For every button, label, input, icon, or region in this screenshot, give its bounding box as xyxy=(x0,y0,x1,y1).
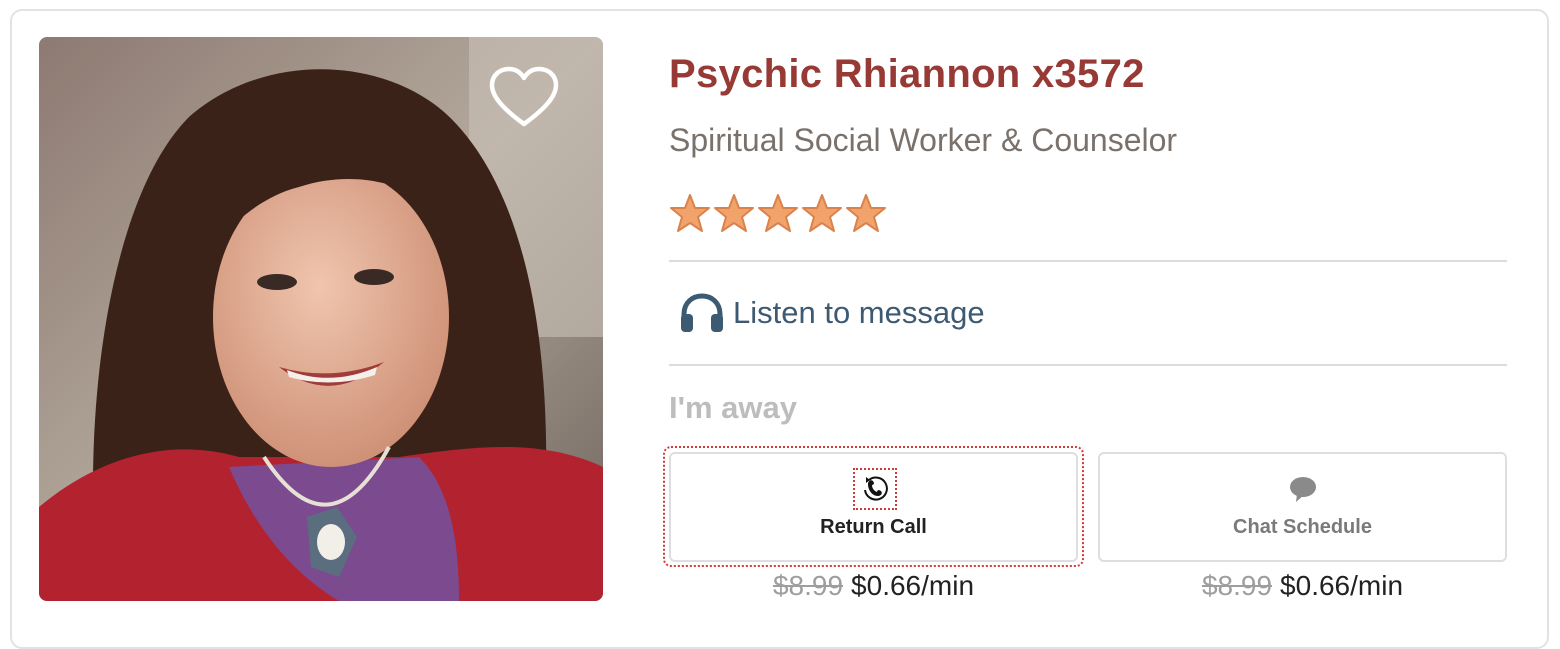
chat-schedule-price: $8.99 $0.66/min xyxy=(1098,570,1507,602)
return-call-label: Return Call xyxy=(820,516,927,538)
chat-schedule-label: Chat Schedule xyxy=(1233,516,1372,538)
return-call-icon xyxy=(853,468,897,510)
headphones-icon xyxy=(681,293,723,332)
rating-stars xyxy=(669,193,887,233)
advisor-name: Psychic Rhiannon x3572 xyxy=(669,52,1145,96)
original-price: $8.99 xyxy=(772,570,844,601)
listen-label: Listen to message xyxy=(733,295,985,330)
star-icon xyxy=(714,194,754,232)
favorite-heart-icon[interactable] xyxy=(488,66,560,130)
divider xyxy=(669,364,1507,366)
advisor-title: Spiritual Social Worker & Counselor xyxy=(669,122,1178,158)
star-icon xyxy=(758,194,798,232)
listen-to-message-link[interactable]: Listen to message xyxy=(679,292,985,334)
current-price: $0.66/min xyxy=(851,570,975,601)
star-icon xyxy=(846,194,886,232)
chat-schedule-button[interactable]: Chat Schedule xyxy=(1098,452,1507,562)
return-call-price: $8.99 $0.66/min xyxy=(669,570,1078,602)
star-icon xyxy=(670,194,710,232)
chat-bubble-icon xyxy=(1288,476,1318,509)
divider xyxy=(669,260,1507,262)
current-price: $0.66/min xyxy=(1280,570,1404,601)
star-icon xyxy=(802,194,842,232)
return-call-button[interactable]: Return Call xyxy=(669,452,1078,562)
original-price: $8.99 xyxy=(1201,570,1273,601)
availability-status: I'm away xyxy=(669,390,797,425)
